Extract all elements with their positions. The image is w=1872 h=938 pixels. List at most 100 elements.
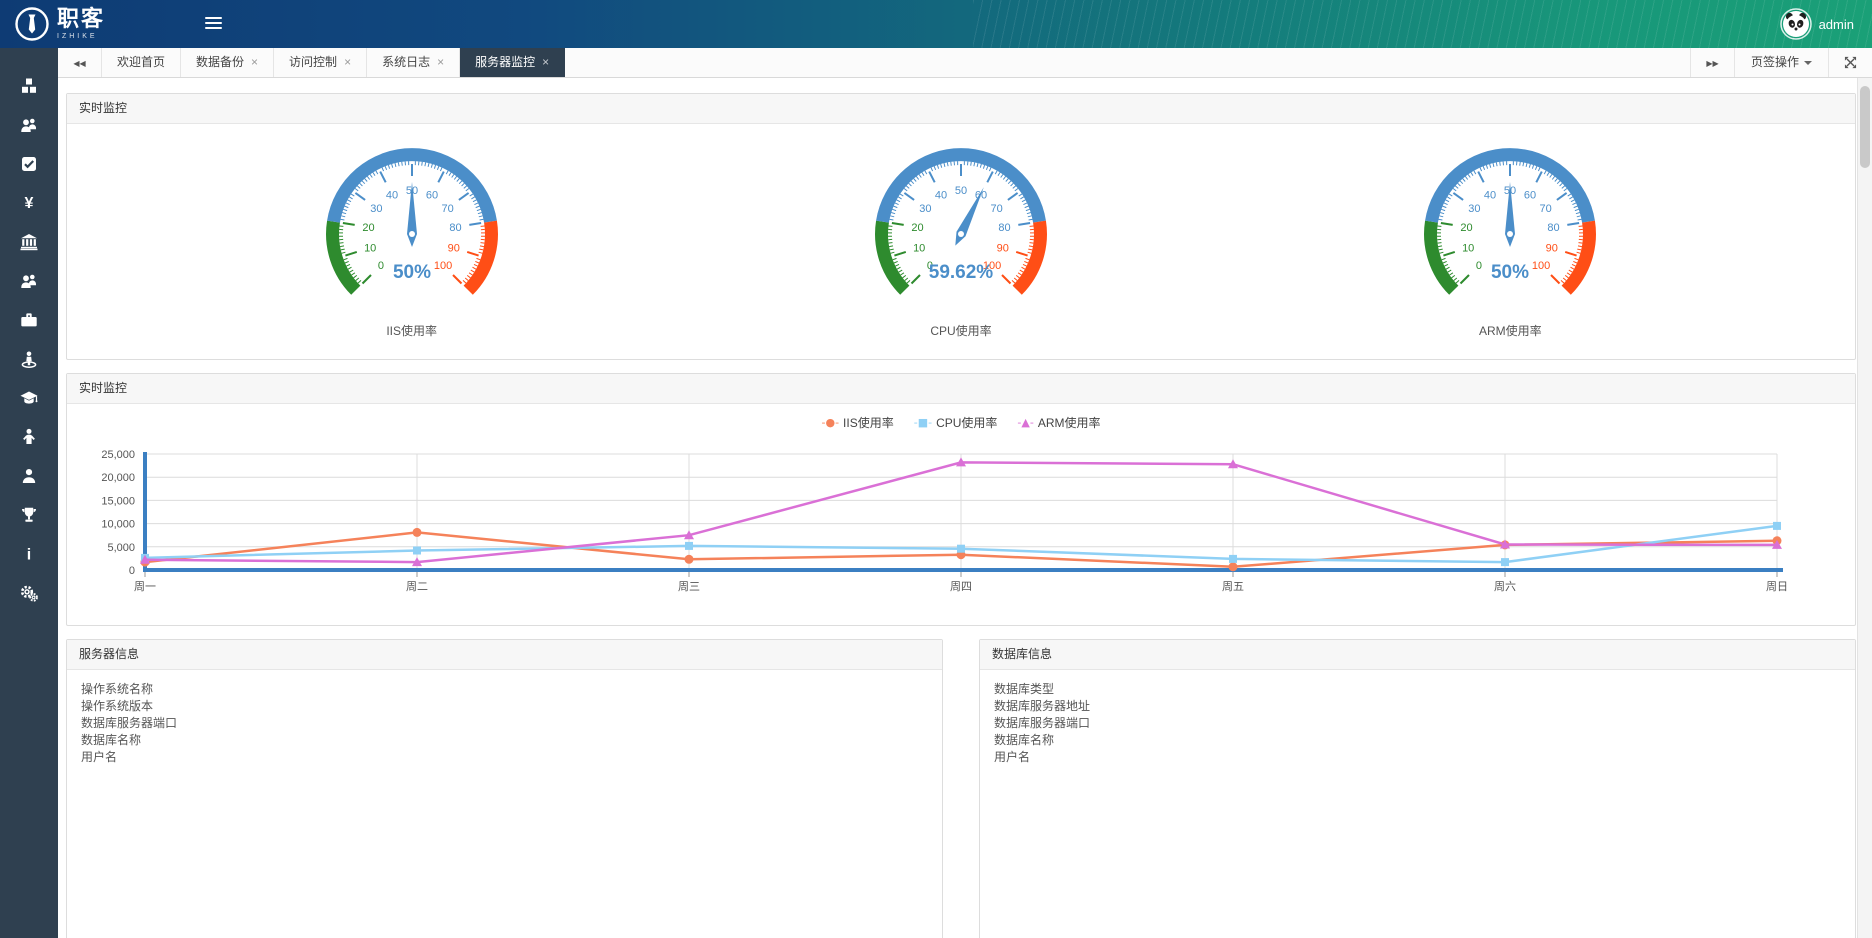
- panel-chart: 实时监控 -●-IIS使用率-■-CPU使用率-▲-ARM使用率 05,0001…: [66, 373, 1856, 626]
- cubes-icon: [20, 77, 38, 95]
- legend-item-CPU使用率[interactable]: -■- CPU使用率: [914, 414, 998, 431]
- svg-text:100: 100: [434, 260, 452, 272]
- tab-label: 欢迎首页: [117, 55, 165, 69]
- info-line: 数据库类型: [994, 681, 1841, 697]
- fullscreen-button[interactable]: [1828, 48, 1872, 77]
- gauge-ARM使用率: 010203040506070809010050%ARM使用率: [1400, 138, 1620, 339]
- svg-text:80: 80: [449, 222, 461, 234]
- svg-text:周四: 周四: [950, 580, 972, 593]
- tabs-scroll-right-button[interactable]: ▶▶: [1690, 48, 1734, 77]
- db-info-list: 数据库类型数据库服务器地址数据库服务器端口数据库名称用户名: [980, 670, 1855, 777]
- sidebar-item-child-9[interactable]: [0, 417, 58, 456]
- caret-down-icon: [1804, 61, 1812, 65]
- scrollbar[interactable]: [1857, 78, 1872, 938]
- yen-icon: ¥: [20, 194, 38, 212]
- legend-item-ARM使用率[interactable]: -▲-ARM使用率: [1017, 414, 1100, 431]
- svg-text:70: 70: [1540, 203, 1552, 215]
- svg-text:40: 40: [1484, 190, 1496, 202]
- info-line: 操作系统名称: [81, 681, 928, 697]
- svg-text:10: 10: [913, 242, 925, 254]
- tabs-scroll-left-button[interactable]: ◀◀: [58, 48, 102, 77]
- sidebar-item-briefcase-6[interactable]: [0, 300, 58, 339]
- tab-系统日志[interactable]: 系统日志 ×: [367, 48, 460, 77]
- gauge-dial: 010203040506070809010050%: [302, 138, 522, 306]
- legend-square-marker: -■-: [914, 416, 932, 429]
- sidebar-item-check-square-2[interactable]: [0, 144, 58, 183]
- svg-text:40: 40: [935, 190, 947, 202]
- info-line: 数据库服务器地址: [994, 698, 1841, 714]
- sidebar-item-users-5[interactable]: [0, 261, 58, 300]
- svg-text:70: 70: [441, 203, 453, 215]
- tab-close-icon[interactable]: ×: [437, 55, 444, 69]
- user-menu[interactable]: admin: [1780, 8, 1854, 40]
- street-view-icon: [20, 350, 38, 368]
- scrollbar-thumb[interactable]: [1860, 86, 1870, 168]
- svg-text:30: 30: [1469, 203, 1481, 215]
- tab-label: 访问控制: [289, 55, 337, 69]
- gauge-caption: ARM使用率: [1479, 322, 1542, 339]
- main-content: 实时监控 010203040506070809010050%IIS使用率0102…: [58, 78, 1872, 938]
- svg-text:59.62%: 59.62%: [929, 262, 994, 283]
- info-line: 用户名: [81, 749, 928, 765]
- hamburger-menu-icon[interactable]: [205, 17, 222, 30]
- sidebar-item-user-10[interactable]: [0, 456, 58, 495]
- sidebar-item-yen-3[interactable]: ¥: [0, 183, 58, 222]
- fullscreen-icon: [1844, 56, 1857, 69]
- svg-text:10: 10: [1462, 242, 1474, 254]
- logo-title: 职客: [57, 8, 105, 30]
- legend-label: ARM使用率: [1038, 414, 1101, 431]
- tab-服务器监控[interactable]: 服务器监控×: [460, 48, 565, 77]
- tab-数据备份[interactable]: 数据备份 ×: [181, 48, 274, 77]
- tab-close-icon[interactable]: ×: [542, 55, 549, 69]
- sidebar-item-street-view-7[interactable]: [0, 339, 58, 378]
- svg-text:10: 10: [364, 242, 376, 254]
- tab-close-icon[interactable]: ×: [344, 55, 351, 69]
- svg-text:60: 60: [1524, 190, 1536, 202]
- svg-text:90: 90: [997, 242, 1009, 254]
- legend-label: IIS使用率: [843, 414, 894, 431]
- tab-欢迎首页[interactable]: 欢迎首页: [102, 48, 181, 77]
- svg-text:0: 0: [129, 565, 135, 577]
- sidebar-item-bank-4[interactable]: [0, 222, 58, 261]
- info-line: 用户名: [994, 749, 1841, 765]
- info-line: 数据库服务器端口: [994, 715, 1841, 731]
- sidebar-item-cubes-0[interactable]: [0, 66, 58, 105]
- sidebar-item-info-12[interactable]: i: [0, 534, 58, 573]
- svg-text:20: 20: [1461, 222, 1473, 234]
- chart-legend: -●-IIS使用率 -■- CPU使用率 -▲-ARM使用率: [77, 412, 1845, 432]
- avatar: [1780, 8, 1812, 40]
- tab-label: 数据备份: [196, 55, 244, 69]
- tab-actions-dropdown[interactable]: 页签操作: [1734, 48, 1828, 77]
- svg-text:80: 80: [998, 222, 1010, 234]
- user-icon: [20, 467, 38, 485]
- svg-text:50%: 50%: [1491, 262, 1529, 283]
- double-left-arrow-icon: ◀◀: [73, 59, 85, 68]
- sidebar: ¥i: [0, 48, 58, 938]
- svg-text:周三: 周三: [678, 580, 700, 593]
- gauge-IIS使用率: 010203040506070809010050%IIS使用率: [302, 138, 522, 339]
- tab-close-icon[interactable]: ×: [251, 55, 258, 69]
- sidebar-item-trophy-11[interactable]: [0, 495, 58, 534]
- legend-item-IIS使用率[interactable]: -●-IIS使用率: [822, 414, 894, 431]
- svg-text:60: 60: [426, 190, 438, 202]
- svg-text:70: 70: [990, 203, 1002, 215]
- logo[interactable]: 职客 IZHIKE: [14, 6, 105, 42]
- sidebar-item-graduation-cap-8[interactable]: [0, 378, 58, 417]
- sidebar-item-cogs-13[interactable]: [0, 573, 58, 612]
- trophy-icon: [20, 506, 38, 524]
- check-square-icon: [20, 155, 38, 173]
- sidebar-item-users-1[interactable]: [0, 105, 58, 144]
- topbar: 职客 IZHIKE admin: [0, 0, 1872, 48]
- svg-text:90: 90: [1546, 242, 1558, 254]
- svg-text:0: 0: [377, 260, 383, 272]
- logo-subtitle: IZHIKE: [57, 33, 105, 40]
- legend-label: CPU使用率: [936, 414, 997, 431]
- panel-chart-title: 实时监控: [67, 374, 1855, 404]
- tab-actions-label: 页签操作: [1751, 55, 1799, 69]
- tab-label: 系统日志: [382, 55, 430, 69]
- tab-访问控制[interactable]: 访问控制 ×: [274, 48, 367, 77]
- svg-text:¥: ¥: [25, 195, 34, 212]
- tabbar: ◀◀ 欢迎首页数据备份×访问控制×系统日志×服务器监控× ▶▶ 页签操作: [58, 48, 1872, 78]
- svg-text:30: 30: [919, 203, 931, 215]
- svg-text:15,000: 15,000: [101, 495, 135, 507]
